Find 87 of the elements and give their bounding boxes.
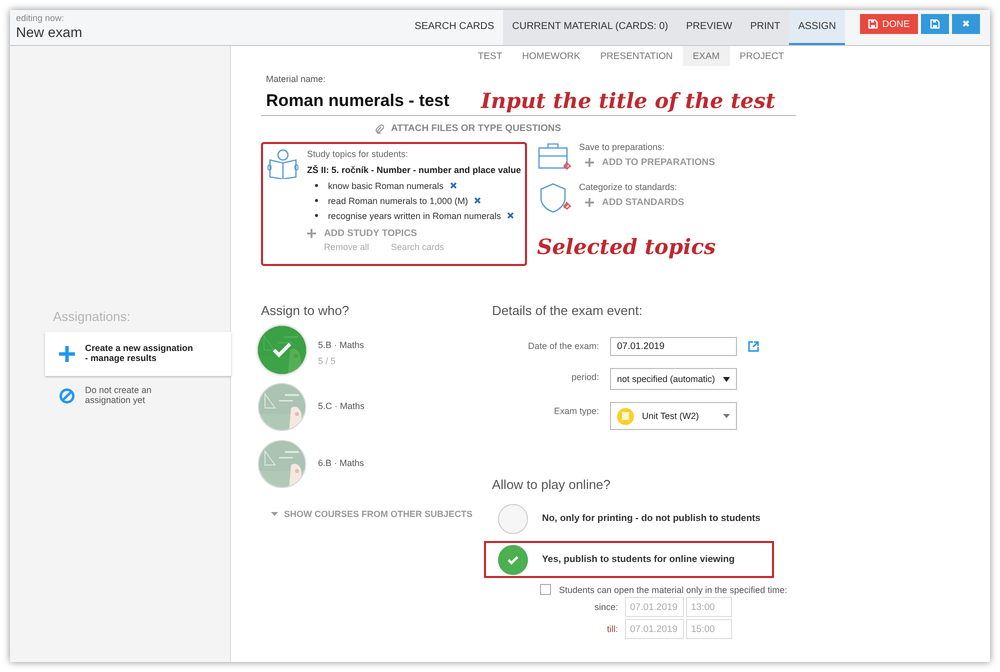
option-label: Create a new assignation - manage results — [85, 344, 194, 364]
save-button[interactable] — [921, 14, 949, 34]
external-link-icon[interactable] — [748, 341, 759, 352]
note-icon — [617, 408, 634, 424]
field-label: Exam type: — [552, 405, 599, 416]
class-name: 5.C · Maths — [318, 401, 365, 411]
add-preparations-button[interactable]: ADD TO PREPARATIONS — [585, 157, 715, 168]
checkbox-label: Students can open the material only in the specified time: — [559, 584, 788, 594]
section-label: Save to preparations: — [579, 142, 665, 152]
annotation-text: Selected topics — [537, 234, 716, 259]
material-type-tab[interactable]: HOMEWORK — [512, 46, 590, 66]
exam-type-dropdown[interactable]: Unit Test (W2) — [610, 402, 737, 430]
paperclip-icon — [375, 124, 384, 134]
check-icon — [272, 342, 292, 358]
done-button[interactable]: DONE — [860, 14, 918, 34]
field-label: till: — [606, 624, 618, 634]
plus-icon — [59, 346, 75, 362]
search-cards-link[interactable]: Search cards — [390, 242, 444, 252]
save-icon — [868, 19, 878, 29]
annotation-text: Input the title of the test — [481, 88, 776, 113]
caret-icon — [723, 376, 730, 382]
sidebar-title: Assignations: — [53, 309, 130, 324]
assignation-option[interactable]: Create a new assignation - manage results — [45, 332, 231, 376]
time-limit-checkbox[interactable] — [540, 584, 551, 595]
material-type-tab[interactable]: EXAM — [682, 46, 730, 66]
plus-icon — [306, 229, 316, 238]
assignation-option[interactable]: Do not create an assignation yet — [45, 376, 230, 416]
remove-all-link[interactable]: Remove all — [324, 242, 369, 252]
bullet-icon — [314, 184, 318, 187]
material-name-field[interactable]: Roman numerals - test — [261, 91, 450, 115]
nav-tab[interactable]: PRINT — [741, 10, 790, 45]
caret-icon — [271, 512, 278, 516]
date-field[interactable]: 07.01.2019 — [625, 619, 684, 639]
check-icon — [507, 554, 519, 564]
class-avatar[interactable] — [258, 383, 306, 431]
remove-icon[interactable] — [507, 212, 514, 219]
bullet-icon — [314, 214, 318, 217]
topic-heading: ZŠ II: 5. ročník - Number - number and place value — [306, 165, 521, 175]
show-courses-button[interactable]: SHOW COURSES FROM OTHER SUBJECTS — [271, 509, 473, 519]
nav-tab[interactable]: PREVIEW — [677, 10, 742, 45]
material-type-tab[interactable]: PROJECT — [730, 46, 794, 66]
add-study-topics-button[interactable]: ADD STUDY TOPICS — [306, 228, 418, 239]
attach-button[interactable]: ATTACH FILES OR TYPE QUESTIONS — [375, 123, 562, 134]
period-dropdown[interactable]: not specified (automatic) — [610, 368, 737, 390]
publish-option[interactable]: No, only for printing - do not publish to students — [484, 500, 774, 537]
section-title: Assign to who? — [261, 303, 350, 318]
close-button[interactable]: ✖ — [952, 14, 980, 34]
nav-tab[interactable]: ASSIGN — [789, 10, 845, 45]
student-count: 5 / 5 — [318, 356, 337, 366]
nav-tab[interactable]: CURRENT MATERIAL (CARDS: 0) — [503, 10, 678, 45]
add-standards-button[interactable]: ADD STANDARDS — [585, 197, 684, 208]
time-field[interactable]: 13:00 — [686, 597, 732, 617]
material-type-tab[interactable]: TEST — [468, 46, 512, 66]
class-name: 5.B · Maths — [318, 340, 364, 350]
briefcase-icon — [537, 142, 571, 172]
time-field[interactable]: 15:00 — [686, 619, 732, 639]
book-reader-icon — [267, 149, 299, 179]
option-label: Do not create an assignation yet — [85, 386, 152, 406]
field-label: Date of the exam: — [526, 340, 599, 351]
section-label: Study topics for students: — [306, 149, 408, 159]
class-name: 6.B · Maths — [318, 458, 364, 468]
date-field[interactable]: 07.01.2019 — [625, 597, 684, 617]
field-label: since: — [593, 602, 618, 612]
caret-icon — [723, 414, 730, 418]
class-avatar[interactable] — [258, 440, 306, 488]
remove-icon[interactable] — [474, 197, 481, 204]
publish-option[interactable]: Yes, publish to students for online viewing — [484, 541, 774, 578]
section-title: Allow to play online? — [492, 477, 611, 492]
plus-icon — [585, 158, 594, 167]
field-label: period: — [570, 371, 599, 382]
save-icon — [930, 19, 940, 29]
section-title: Details of the exam event: — [492, 303, 642, 318]
material-title: New exam — [16, 24, 82, 40]
date-field[interactable]: 07.01.2019 — [610, 337, 737, 356]
material-type-tab[interactable]: PRESENTATION — [590, 46, 683, 66]
topic-item: know basic Roman numerals — [328, 180, 444, 190]
remove-icon[interactable] — [450, 182, 456, 189]
topic-item: recognise years written in Roman numerals — [328, 210, 502, 220]
section-label: Categorize to standards: — [579, 182, 678, 192]
topic-item: read Roman numerals to 1,000 (M) — [328, 196, 468, 206]
ban-icon — [59, 388, 75, 404]
editing-caption: editing now: — [16, 13, 66, 23]
class-avatar[interactable] — [258, 326, 306, 374]
plus-icon — [585, 198, 594, 207]
bullet-icon — [314, 199, 318, 202]
field-label: Material name: — [266, 74, 326, 84]
nav-tab[interactable]: SEARCH CARDS — [406, 10, 504, 45]
